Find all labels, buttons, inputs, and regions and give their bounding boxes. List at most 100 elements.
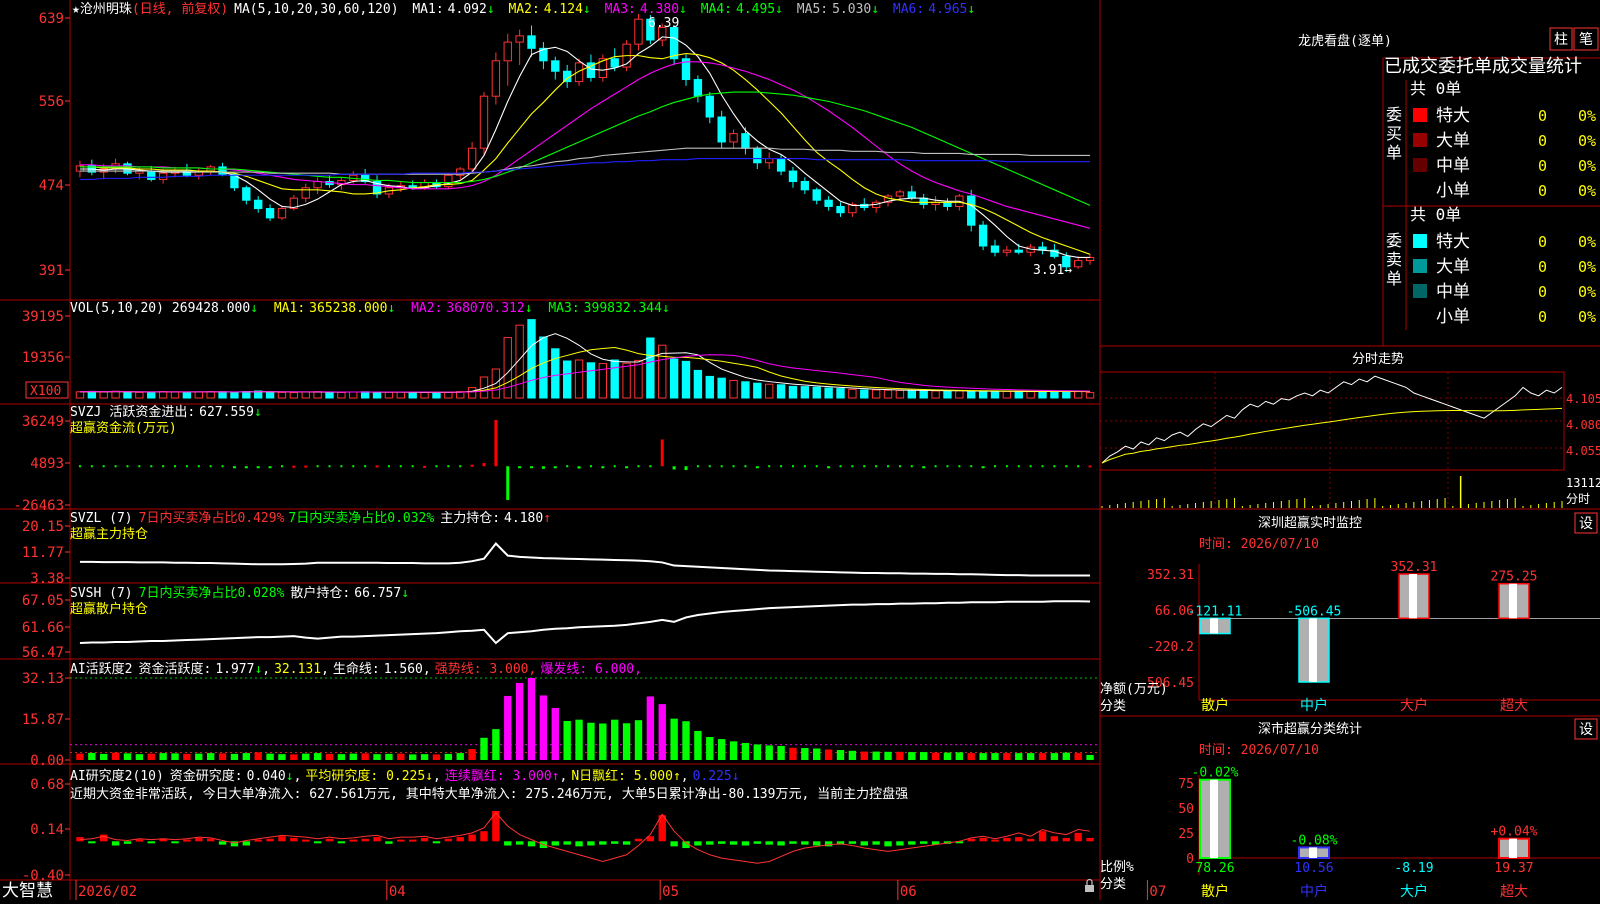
research-bar: [349, 839, 357, 842]
candle-body: [551, 60, 560, 72]
flow-dot: [720, 465, 723, 468]
volume-bar: [883, 389, 893, 399]
flow-bar: [601, 466, 605, 469]
intraday-price-tick: 4.055: [1566, 444, 1600, 458]
volume-bar: [467, 387, 477, 399]
research-bar: [242, 841, 250, 846]
res-red: 连续飘红: 3.000↑: [445, 768, 560, 784]
candle-body: [527, 35, 536, 49]
svzl-item2: 7日内买卖净占比0.032%: [288, 510, 434, 526]
svzl-panel[interactable]: 20.15 11.77 3.38 SVZL (7) 7日内买卖净占比0.429% 7日内…: [22, 510, 1091, 587]
class-title: 深市超赢分类统计: [1258, 721, 1362, 737]
volume-bar: [800, 386, 810, 399]
volume-bar: [230, 391, 239, 399]
activity-bar: [848, 750, 857, 760]
research-bar: [123, 841, 132, 844]
svsh-panel[interactable]: 67.05 61.66 56.47 SVSH (7) 7日内买卖净占比0.028% 散户…: [22, 585, 1091, 661]
research-bar: [753, 841, 761, 844]
candle-body: [776, 158, 786, 172]
research-bar: [884, 841, 892, 847]
volume-bar: [337, 391, 346, 399]
ma4-value: 4.495: [736, 2, 775, 17]
monitor-bar-highlight: [1409, 574, 1417, 619]
intraday-panel[interactable]: 分时走势 4.105 4.080 4.055 13112 分时: [1099, 351, 1600, 508]
flow-dot: [352, 465, 355, 468]
bar-mode-button[interactable]: 柱: [1549, 27, 1573, 51]
svzj-value: 627.559: [199, 405, 254, 420]
activity-bar: [646, 696, 655, 760]
flow-dot: [887, 465, 890, 468]
class-stats-panel[interactable]: 深市超赢分类统计 设 时间: 2026/07/10 7550250比例%分类-0…: [1100, 718, 1600, 900]
flow-bar: [232, 466, 236, 469]
volume-bar: [360, 391, 370, 399]
class-category-label: 大户: [1400, 883, 1428, 900]
activity-y-axis: 32.13 15.87 0.00: [22, 671, 70, 769]
flow-dot: [387, 465, 390, 468]
flow-bar: [577, 466, 581, 469]
dragon-tiger-panel: 龙虎看盘(逐单) 柱 笔 已成交委托单成交量统计 共 0单委买单特大 0 0%大单 0…: [1298, 27, 1600, 330]
order-size-label: 中单: [1436, 156, 1470, 176]
monitor-x-label: 分类: [1100, 699, 1126, 714]
flow-dot: [399, 465, 402, 468]
research-bar: [896, 841, 904, 846]
activity-bar: [931, 752, 940, 760]
class-value-label: 10.56: [1294, 861, 1333, 876]
monitor-category-label: 中户: [1300, 697, 1328, 714]
candle-body: [729, 133, 738, 143]
activity-bar: [706, 737, 714, 760]
flow-bar: [981, 466, 985, 469]
activity-bar: [325, 753, 334, 760]
flow-dot: [1077, 465, 1080, 468]
order-count: 0: [1538, 182, 1547, 200]
ma5-label: MA5:: [797, 2, 828, 17]
vol-value: 269428.000: [172, 301, 250, 316]
activity-bar: [634, 720, 643, 760]
flow-bar: [827, 466, 831, 469]
y-tick-label: -26463: [13, 498, 64, 514]
svzj-header: SVZJ 活跃资金进出: 627.559↓: [70, 404, 262, 420]
research-bar: [325, 838, 334, 842]
research-bar: [361, 838, 369, 842]
class-settings-button[interactable]: 设: [1574, 718, 1598, 740]
order-total: 共 0单: [1410, 205, 1461, 224]
monitor-settings-button[interactable]: 设: [1574, 512, 1598, 534]
dragon-tabs[interactable]: 已成交委托单成交量统计: [1384, 56, 1582, 77]
research-bar: [313, 841, 322, 844]
activity-bar: [741, 742, 750, 760]
research-bar: [183, 839, 191, 842]
activity-bar: [159, 753, 167, 760]
ai-active-panel[interactable]: 32.1315.870.00 AI活跃度2 资金活跃度: 1.977↓, 32.131…: [22, 661, 1100, 769]
price-panel[interactable]: 639 556 474 391 ★沧州明珠(日线, 前复权) MA(5,10,20,30…: [39, 1, 1095, 279]
ma5-value: 5.030: [832, 2, 871, 17]
pen-mode-button[interactable]: 笔: [1573, 27, 1599, 51]
candle-body: [824, 199, 833, 207]
order-pct: 0%: [1578, 258, 1596, 276]
volume-bar: [717, 377, 726, 399]
volume-panel[interactable]: 3919519356 VOL(5,10,20) 269428.000↓ MA1: 3…: [22, 301, 1095, 399]
svzj-panel[interactable]: 36249 4893 -26463 SVZJ 活跃资金进出: 627.559↓ 超赢资金…: [13, 404, 1092, 514]
class-bar-highlight: [1509, 838, 1517, 858]
scroll-lock-icon[interactable]: [1085, 878, 1094, 892]
vol-ma3-label: MA3:: [548, 301, 579, 316]
volume-bar: [99, 391, 108, 399]
svzl-arrow: ↑: [543, 511, 551, 526]
activity-bar: [955, 752, 964, 760]
realtime-monitor-panel[interactable]: 深圳超赢实时监控 设 时间: 2026/07/10 352.3166.06-22…: [1100, 512, 1600, 714]
research-bar: [789, 841, 797, 844]
flow-dot: [732, 465, 735, 468]
volume-bar: [1014, 391, 1023, 399]
activity-bar: [599, 723, 607, 760]
research-bar: [1003, 837, 1011, 842]
ai-research-panel[interactable]: 0.680.14-0.40 AI研究度2(10) 资金研究度: 0.040↓, 平均研…: [22, 768, 1094, 884]
act-title: AI活跃度2: [70, 661, 132, 677]
svzl-title: SVZL (7): [70, 511, 133, 526]
activity-bar: [611, 719, 619, 760]
activity-bar: [551, 707, 559, 760]
vol-arrow: ↓: [250, 301, 258, 316]
flow-dot: [803, 465, 806, 468]
flow-dot: [875, 465, 878, 468]
flow-dot: [126, 465, 129, 468]
volume-bar: [349, 391, 358, 399]
activity-bar: [682, 721, 690, 760]
research-bar: [432, 841, 441, 844]
